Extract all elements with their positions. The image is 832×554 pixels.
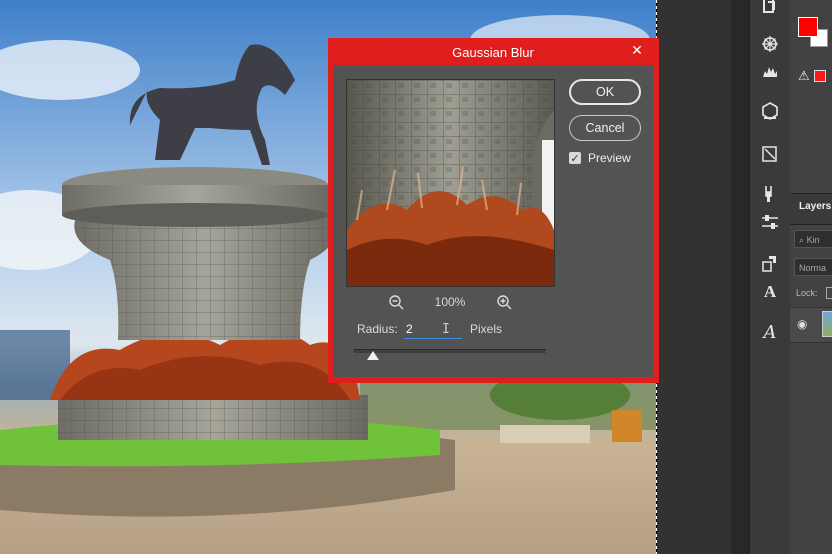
radius-unit-label: Pixels xyxy=(470,322,503,336)
blur-preview-image[interactable] xyxy=(346,79,555,287)
lock-label: Lock: xyxy=(796,288,818,298)
paths-icon[interactable] xyxy=(757,142,783,166)
radius-input[interactable] xyxy=(404,320,462,339)
preview-photo xyxy=(347,80,554,286)
search-icon: ⌕ xyxy=(799,235,805,245)
right-panel-column xyxy=(790,0,832,554)
text-cursor-icon: I xyxy=(442,322,450,337)
layers-filter-placeholder: Kin xyxy=(806,235,820,245)
3d-icon[interactable] xyxy=(757,99,783,123)
brushes-icon[interactable] xyxy=(757,182,783,206)
panel-gutter-dark xyxy=(731,0,749,554)
blend-mode-select[interactable]: Norma xyxy=(794,258,832,276)
dialog-title: Gaussian Blur xyxy=(452,45,534,60)
cancel-button[interactable]: Cancel xyxy=(569,115,641,141)
preview-checkbox[interactable]: ✓ xyxy=(569,152,581,165)
close-icon[interactable]: ✕ xyxy=(622,40,652,60)
history-icon[interactable] xyxy=(757,0,783,18)
gamut-color-swatch[interactable] xyxy=(814,70,826,82)
histogram-icon[interactable] xyxy=(757,59,783,83)
glyphs-icon[interactable]: A xyxy=(757,320,783,344)
panel-toolstrip: A A xyxy=(749,0,791,554)
ok-button[interactable]: OK xyxy=(569,79,641,105)
layers-panel-title[interactable]: Layers xyxy=(799,201,831,212)
character-icon[interactable]: A xyxy=(757,280,783,304)
preview-label[interactable]: Preview xyxy=(588,151,631,165)
radius-slider-thumb[interactable] xyxy=(367,351,379,360)
zoom-level: 100% xyxy=(434,295,466,309)
zoom-out-icon[interactable] xyxy=(388,294,404,310)
navigator-icon[interactable] xyxy=(757,32,783,56)
radius-slider-track[interactable] xyxy=(354,349,546,353)
layers-filter-field[interactable]: ⌕ Kin xyxy=(794,230,832,248)
clone-source-icon[interactable] xyxy=(757,252,783,276)
zoom-in-icon[interactable] xyxy=(496,294,512,310)
foreground-color-swatch[interactable] xyxy=(798,17,818,37)
radius-label: Radius: xyxy=(357,322,398,336)
warning-icon: ⚠ xyxy=(798,68,810,83)
eye-icon[interactable]: ◉ xyxy=(797,317,807,331)
adjustments-icon[interactable] xyxy=(757,210,783,234)
layer-thumbnail xyxy=(822,311,832,337)
lock-transparency-icon[interactable] xyxy=(826,287,832,299)
